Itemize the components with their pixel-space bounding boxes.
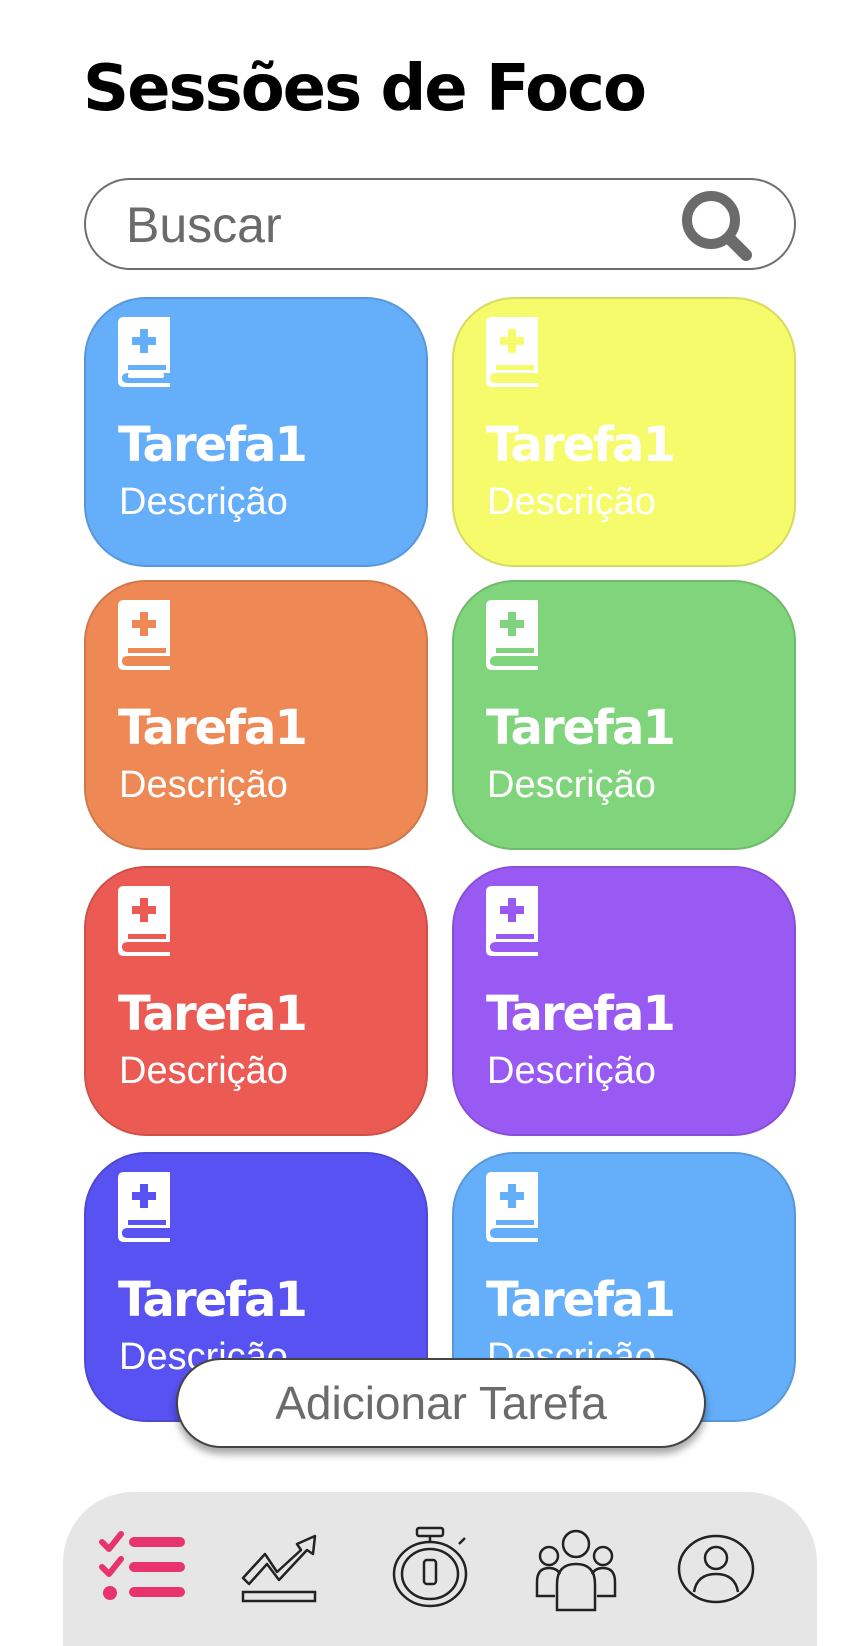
page-title: Sessões de Foco xyxy=(83,52,647,126)
task-title: Tarefa1 xyxy=(118,1272,308,1328)
task-title: Tarefa1 xyxy=(118,417,308,473)
book-plus-icon xyxy=(118,600,170,670)
task-title: Tarefa1 xyxy=(486,1272,676,1328)
task-card[interactable]: Tarefa1 Descrição xyxy=(452,580,796,850)
task-card[interactable]: Tarefa1 Descrição xyxy=(452,866,796,1136)
search-bar xyxy=(84,178,796,270)
bottom-nav xyxy=(63,1492,817,1646)
book-plus-icon xyxy=(118,317,170,387)
task-card[interactable]: Tarefa1 Descrição xyxy=(84,580,428,850)
task-title: Tarefa1 xyxy=(486,700,676,756)
search-icon[interactable] xyxy=(678,187,756,265)
nav-item-profile[interactable] xyxy=(671,1524,761,1614)
task-description: Descrição xyxy=(119,481,288,523)
nav-item-community[interactable] xyxy=(531,1524,621,1614)
search-input[interactable] xyxy=(126,194,686,256)
profile-icon xyxy=(677,1534,755,1604)
task-list-icon xyxy=(99,1531,185,1600)
task-description: Descrição xyxy=(487,764,656,806)
stopwatch-icon xyxy=(392,1526,468,1608)
book-plus-icon xyxy=(486,886,538,956)
book-plus-icon xyxy=(118,886,170,956)
trend-chart-icon xyxy=(241,1534,317,1603)
task-card[interactable]: Tarefa1 Descrição xyxy=(84,297,428,567)
task-card[interactable]: Tarefa1 Descrição xyxy=(84,866,428,1136)
book-plus-icon xyxy=(486,317,538,387)
book-plus-icon xyxy=(486,1172,538,1242)
group-icon xyxy=(535,1529,617,1612)
task-card[interactable]: Tarefa1 Descrição xyxy=(452,297,796,567)
nav-item-timer[interactable] xyxy=(385,1524,475,1614)
task-description: Descrição xyxy=(119,1050,288,1092)
add-task-button[interactable]: Adicionar Tarefa xyxy=(176,1358,706,1448)
task-title: Tarefa1 xyxy=(486,417,676,473)
task-description: Descrição xyxy=(119,764,288,806)
nav-item-stats[interactable] xyxy=(239,1524,329,1614)
task-description: Descrição xyxy=(487,1050,656,1092)
task-description: Descrição xyxy=(487,481,656,523)
nav-item-tasks[interactable] xyxy=(99,1524,189,1614)
book-plus-icon xyxy=(486,600,538,670)
book-plus-icon xyxy=(118,1172,170,1242)
task-title: Tarefa1 xyxy=(486,986,676,1042)
task-title: Tarefa1 xyxy=(118,986,308,1042)
task-title: Tarefa1 xyxy=(118,700,308,756)
